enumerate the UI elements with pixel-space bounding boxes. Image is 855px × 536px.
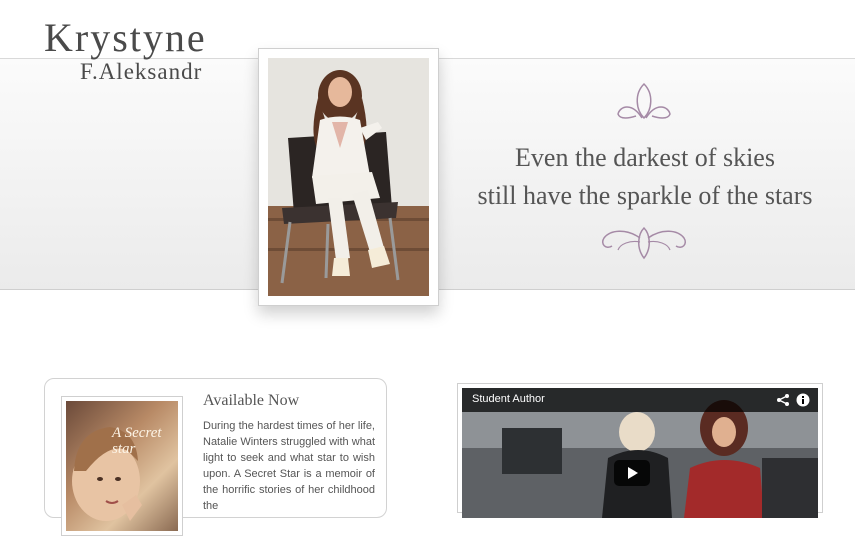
logo-first-name: Krystyne xyxy=(44,15,207,60)
quote-line-1: Even the darkest of skies xyxy=(515,143,775,172)
book-panel: A Secret star Available Now During the h… xyxy=(44,378,387,536)
author-photo-illustration xyxy=(268,58,429,296)
hero-quote: Even the darkest of skies still have the… xyxy=(455,139,835,215)
book-cover-image: A Secret star xyxy=(66,401,178,531)
ornament-bottom-icon xyxy=(601,226,687,260)
play-icon[interactable] xyxy=(614,460,650,486)
book-cover-title: A Secret star xyxy=(112,425,162,457)
logo-last-name: F.Aleksandr xyxy=(80,59,203,84)
site-logo[interactable]: Krystyne F.Aleksandr xyxy=(44,18,207,86)
author-photo xyxy=(268,58,429,296)
book-cover-illustration xyxy=(72,427,142,521)
video-player[interactable]: Student Author xyxy=(462,388,818,518)
book-heading: Available Now xyxy=(203,392,300,409)
quote-line-2: still have the sparkle of the stars xyxy=(477,181,813,210)
ornament-top-icon xyxy=(617,82,671,120)
author-photo-frame xyxy=(258,48,439,306)
info-icon[interactable] xyxy=(796,393,810,407)
video-embed[interactable]: Student Author xyxy=(457,383,823,518)
book-cover[interactable]: A Secret star xyxy=(61,396,183,536)
share-icon[interactable] xyxy=(776,393,790,407)
video-title[interactable]: Student Author xyxy=(472,393,545,405)
video-title-bar: Student Author xyxy=(462,388,818,412)
